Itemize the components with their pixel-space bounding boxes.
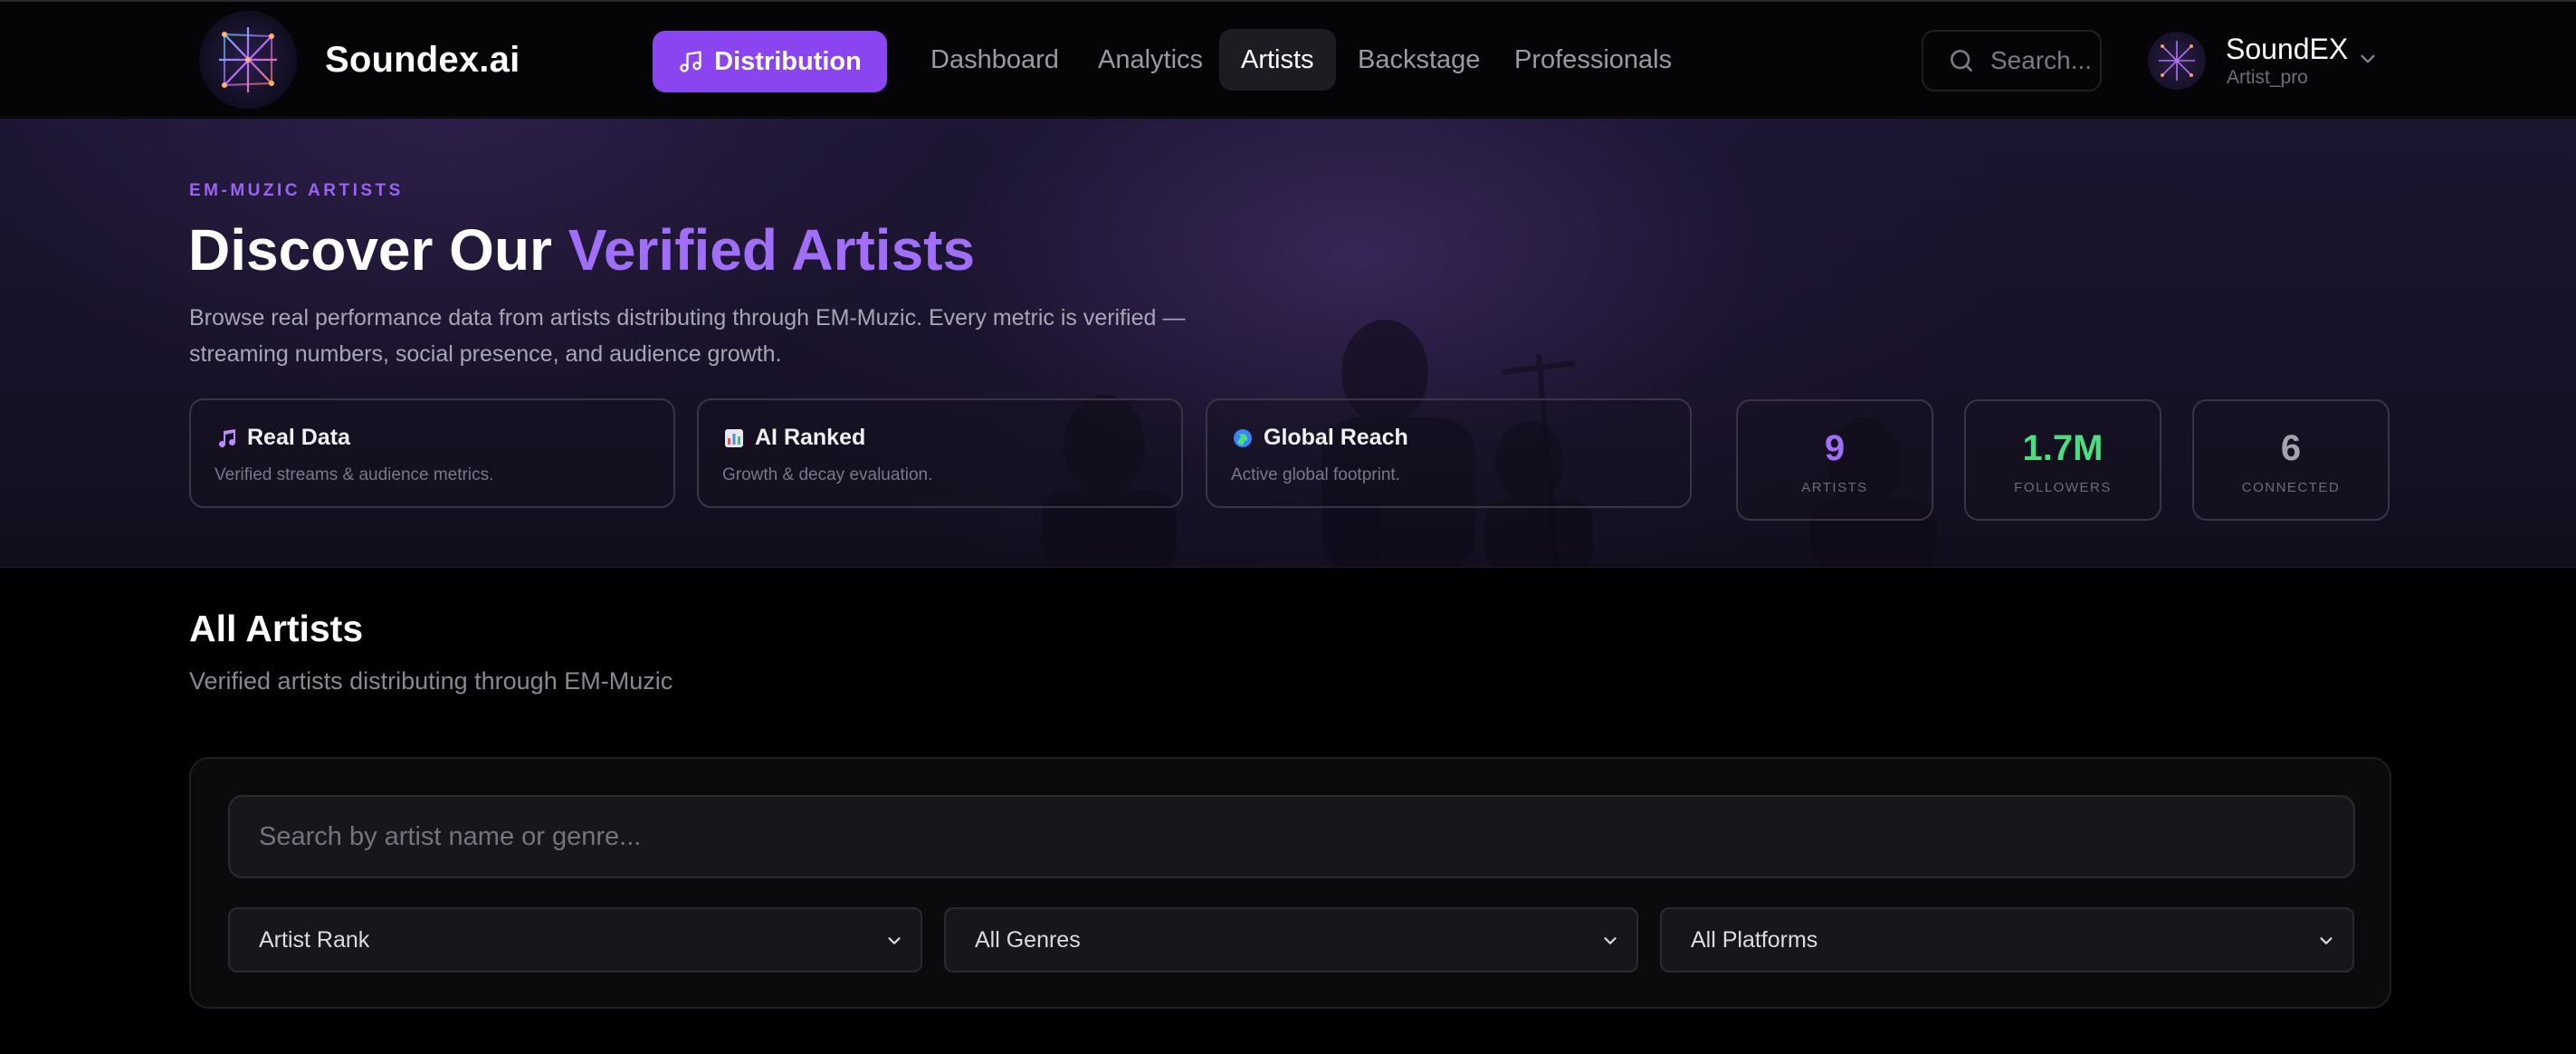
bar-chart-icon bbox=[722, 426, 746, 450]
nav-link-backstage[interactable]: Backstage bbox=[1336, 29, 1502, 91]
rank-select[interactable]: Artist Rank bbox=[228, 907, 922, 973]
stat-label: CONNECTED bbox=[2241, 480, 2341, 495]
stat-card-artists: 9 ARTISTS bbox=[1736, 399, 1933, 521]
stat-value: 6 bbox=[2280, 428, 2302, 468]
stat-label: ARTISTS bbox=[1801, 480, 1868, 495]
feature-subtitle: Active global footprint. bbox=[1231, 465, 1400, 484]
platform-select[interactable]: All Platforms bbox=[1660, 907, 2354, 973]
feature-subtitle: Growth & decay evaluation. bbox=[722, 465, 933, 484]
music-note-icon bbox=[680, 51, 701, 72]
page-title-plain: Discover Our bbox=[188, 217, 552, 283]
section-subtitle: Verified artists distributing through EM… bbox=[189, 667, 673, 695]
chevron-down-icon bbox=[888, 937, 901, 944]
user-name[interactable]: SoundEX bbox=[2226, 33, 2348, 66]
platform-select-value: All Platforms bbox=[1691, 926, 1818, 953]
hero-section: EM-MUZIC ARTISTS Discover Our Verified A… bbox=[0, 119, 2576, 568]
top-nav: Soundex.ai Distribution Dashboard Analyt… bbox=[0, 0, 2576, 118]
feature-card-real-data: Real Data Verified streams & audience me… bbox=[189, 398, 675, 508]
section-title: All Artists bbox=[189, 608, 364, 649]
user-role: Artist_pro bbox=[2227, 67, 2308, 88]
feature-card-global-reach: Global Reach Active global footprint. bbox=[1206, 398, 1692, 508]
distribution-button-label: Distribution bbox=[714, 46, 862, 76]
globe-icon bbox=[1231, 426, 1255, 450]
music-note-icon bbox=[215, 426, 238, 450]
feature-card-ai-ranked: AI Ranked Growth & decay evaluation. bbox=[697, 398, 1183, 508]
feature-title: Real Data bbox=[247, 425, 350, 450]
feature-subtitle: Verified streams & audience metrics. bbox=[215, 465, 494, 484]
nav-link-dashboard[interactable]: Dashboard bbox=[909, 29, 1081, 91]
stat-value: 9 bbox=[1824, 428, 1846, 468]
distribution-button[interactable]: Distribution bbox=[653, 31, 887, 92]
genre-select-value: All Genres bbox=[975, 926, 1081, 953]
nav-search-placeholder: Search... bbox=[1990, 46, 2093, 74]
search-icon bbox=[1951, 50, 1972, 72]
hero-eyebrow: EM-MUZIC ARTISTS bbox=[189, 181, 404, 200]
nav-link-professionals[interactable]: Professionals bbox=[1493, 29, 1693, 91]
stat-value: 1.7M bbox=[2022, 428, 2104, 468]
chevron-down-icon bbox=[2320, 937, 2333, 944]
filter-panel: Search by artist name or genre... Artist… bbox=[189, 757, 2391, 1009]
feature-title: AI Ranked bbox=[755, 425, 866, 450]
brand-name[interactable]: Soundex.ai bbox=[325, 40, 520, 81]
chevron-down-icon bbox=[1604, 937, 1617, 944]
stat-card-followers: 1.7M FOLLOWERS bbox=[1964, 399, 2161, 521]
artist-search-input[interactable]: Search by artist name or genre... bbox=[228, 795, 2355, 878]
feature-title: Global Reach bbox=[1264, 425, 1408, 450]
hero-description: Browse real performance data from artist… bbox=[189, 305, 1186, 367]
rank-select-value: Artist Rank bbox=[259, 926, 370, 953]
user-avatar[interactable] bbox=[2148, 32, 2206, 90]
genre-select[interactable]: All Genres bbox=[944, 907, 1638, 973]
brand-logo-icon[interactable] bbox=[199, 11, 297, 109]
nav-link-artists[interactable]: Artists bbox=[1219, 29, 1336, 91]
nav-link-analytics[interactable]: Analytics bbox=[1076, 29, 1225, 91]
chevron-down-icon[interactable] bbox=[2356, 47, 2380, 71]
nav-search-input[interactable]: Search... bbox=[1922, 30, 2102, 91]
stat-label: FOLLOWERS bbox=[2014, 480, 2112, 495]
page-title-accent: Verified Artists bbox=[568, 217, 976, 283]
stat-card-connected: 6 CONNECTED bbox=[2192, 399, 2390, 521]
page-title: Discover Our Verified Artists bbox=[188, 216, 975, 283]
